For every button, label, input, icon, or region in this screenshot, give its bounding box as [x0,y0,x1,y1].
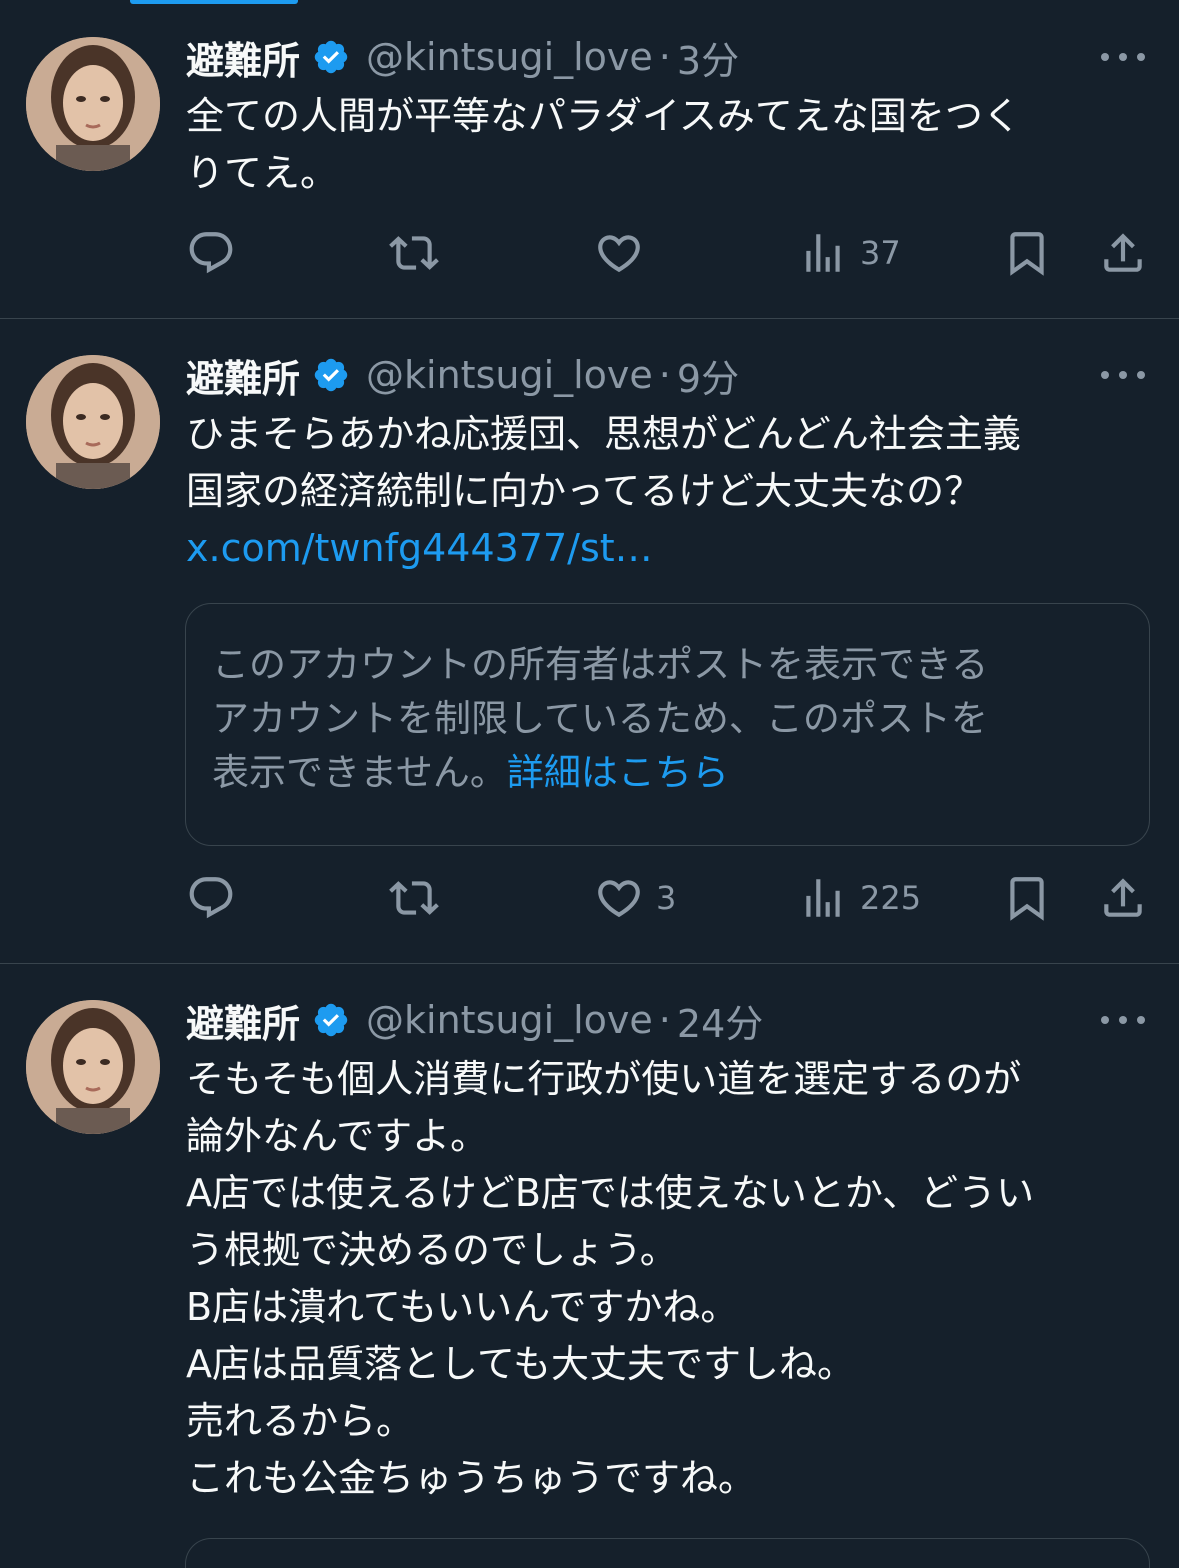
bookmark-button[interactable] [1002,870,1052,926]
tweet-1[interactable]: 避難所 @kintsugi_love · 3分 全ての人間が平等なパラダイスみて… [0,0,1179,318]
handle[interactable]: @kintsugi_love [366,35,653,79]
avatar[interactable] [26,1000,160,1134]
heart-icon [598,235,640,273]
tweet-text-line: A店は品質落としても大丈夫ですしね。 [186,1342,855,1386]
like-count: 3 [656,879,677,917]
tweet-text-line: りてえ。 [186,151,339,195]
retweet-icon [389,236,439,270]
views-count: 37 [860,234,901,272]
unavailable-message-line: 表示できません。 [212,751,507,794]
like-button[interactable]: 3 [594,870,676,926]
action-bar: 37 [0,225,1179,281]
more-options-icon[interactable] [1101,365,1145,385]
more-options-icon[interactable] [1101,47,1145,67]
timestamp[interactable]: 24分 [677,993,763,1048]
reply-icon [189,232,233,274]
reply-button[interactable] [186,870,236,926]
display-name[interactable]: 避難所 [186,993,300,1048]
embedded-card-edge [185,1538,1150,1568]
display-name[interactable]: 避難所 [186,30,300,85]
bookmark-button[interactable] [1002,225,1052,281]
views-icon [806,879,840,917]
tweet-3[interactable]: 避難所 @kintsugi_love · 24分 そもそも個人消費に行政が使い道… [0,964,1179,1549]
tweet-text: そもそも個人消費に行政が使い道を選定するのが 論外なんですよ。 A店では使えるけ… [186,1051,1146,1507]
like-button[interactable] [594,225,656,281]
bookmark-icon [1010,232,1044,276]
tweet-header: 避難所 @kintsugi_love · 24分 [186,993,763,1048]
quoted-post-unavailable-card[interactable]: このアカウントの所有者はポストを表示できる アカウントを制限しているため、このポ… [185,603,1150,846]
tweet-text: ひまそらあかね応援団、思想がどんどん社会主義 国家の経済統制に向かってるけど大丈… [186,406,1146,577]
tweet-text-line: A店では使えるけどB店では使えないとか、どうい [186,1171,1035,1215]
verified-badge-icon [314,1003,348,1037]
retweet-icon [389,881,439,915]
retweet-button[interactable] [389,870,439,926]
separator: · [658,998,671,1042]
unavailable-message: このアカウントの所有者はポストを表示できる アカウントを制限しているため、このポ… [212,638,1123,800]
timestamp[interactable]: 3分 [677,30,739,85]
tweet-header: 避難所 @kintsugi_love · 3分 [186,30,739,85]
bookmark-icon [1010,877,1044,921]
tweet-text-line: 全ての人間が平等なパラダイスみてえな国をつく [186,94,1021,138]
tweet-2[interactable]: 避難所 @kintsugi_love · 9分 ひまそらあかね応援団、思想がどん… [0,319,1179,963]
timestamp[interactable]: 9分 [677,348,739,403]
reply-icon [189,877,233,919]
tweet-header: 避難所 @kintsugi_love · 9分 [186,348,739,403]
tweet-text-line: 論外なんですよ。 [186,1114,489,1158]
handle[interactable]: @kintsugi_love [366,353,653,397]
handle[interactable]: @kintsugi_love [366,998,653,1042]
separator: · [658,35,671,79]
views-count: 225 [860,879,922,917]
views-icon [806,234,840,272]
tweet-text-line: そもそも個人消費に行政が使い道を選定するのが [186,1057,1022,1101]
share-button[interactable] [1098,225,1148,281]
avatar[interactable] [26,37,160,171]
tweet-text-line: これも公金ちゅうちゅうですね。 [186,1456,757,1500]
more-options-icon[interactable] [1101,1010,1145,1030]
action-bar: 3 225 [0,870,1179,926]
tweet-text-line: う根拠で決めるのでしょう。 [186,1228,678,1272]
verified-badge-icon [314,358,348,392]
tweet-text: 全ての人間が平等なパラダイスみてえな国をつく りてえ。 [186,88,1146,202]
share-button[interactable] [1098,870,1148,926]
tweet-link[interactable]: x.com/twnfg444377/st… [186,520,1146,577]
heart-icon [598,880,640,918]
share-icon [1104,233,1142,272]
tweet-text-line: B店は潰れてもいいんですかね。 [186,1285,739,1329]
reply-button[interactable] [186,225,236,281]
display-name[interactable]: 避難所 [186,348,300,403]
share-icon [1104,878,1142,917]
unavailable-message-line: このアカウントの所有者はポストを表示できる [212,643,989,686]
avatar[interactable] [26,355,160,489]
tweet-text-line: ひまそらあかね応援団、思想がどんどん社会主義 [186,412,1021,456]
retweet-button[interactable] [389,225,439,281]
verified-badge-icon [314,40,348,74]
tweet-text-line: 国家の経済統制に向かってるけど大丈夫なの？ [186,469,983,513]
tweet-text-line: 売れるから。 [186,1399,415,1443]
learn-more-link[interactable]: 詳細はこちら [507,751,729,794]
views-button[interactable]: 37 [798,225,901,281]
unavailable-message-line: アカウントを制限しているため、このポストを [212,697,988,740]
separator: · [658,353,671,397]
views-button[interactable]: 225 [798,870,921,926]
